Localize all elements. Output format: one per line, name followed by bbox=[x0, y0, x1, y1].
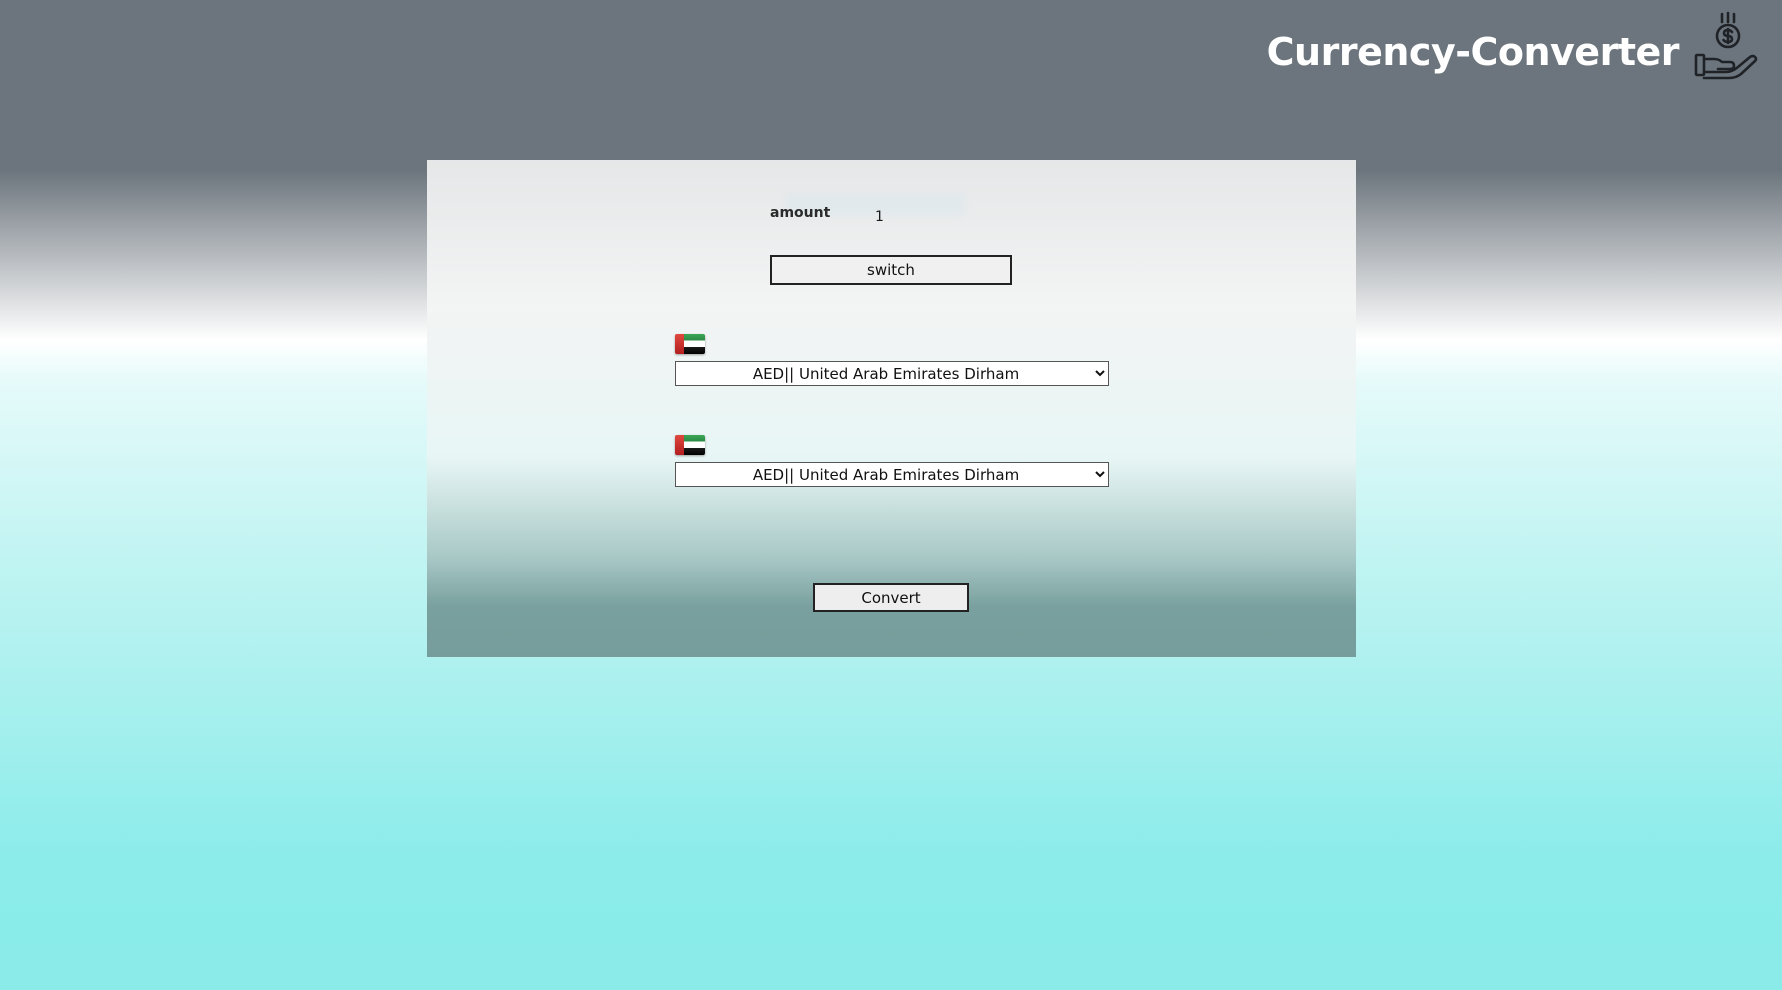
ae-flag-icon bbox=[675, 334, 705, 354]
from-currency-select[interactable]: AED|| United Arab Emirates Dirham bbox=[675, 361, 1109, 386]
to-currency-select[interactable]: AED|| United Arab Emirates Dirham bbox=[675, 462, 1109, 487]
hand-money-icon bbox=[1694, 11, 1758, 80]
ae-flag-icon bbox=[675, 435, 705, 455]
convert-button[interactable]: Convert bbox=[813, 583, 969, 612]
switch-button[interactable]: switch bbox=[770, 255, 1012, 285]
app-title: Currency-Converter bbox=[1266, 30, 1680, 74]
amount-label: amount bbox=[770, 205, 831, 221]
converter-panel: amount switch AED|| United Arab Emirates… bbox=[427, 160, 1356, 657]
amount-input[interactable] bbox=[875, 206, 975, 228]
